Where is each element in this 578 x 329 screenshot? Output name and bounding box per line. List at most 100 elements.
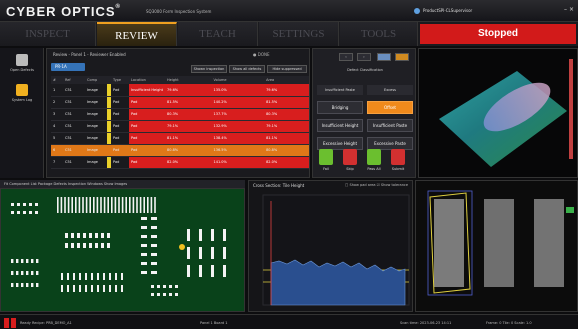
pad (65, 243, 68, 248)
cell-ref: C51 (63, 84, 85, 97)
pad (73, 285, 75, 292)
pad (107, 243, 110, 248)
pad (11, 271, 14, 275)
pcb-toolbar[interactable]: Fit Component List Package Defects Inspe… (0, 180, 245, 188)
log-icon (16, 84, 28, 96)
cell-area: 81.5% (264, 96, 309, 109)
pad (211, 265, 214, 277)
col-header[interactable]: Location (129, 76, 165, 84)
table-row[interactable]: 1 C51 Image Pad Insufficient Height 79.6% 135.… (51, 84, 309, 97)
deposit-images-view[interactable] (415, 180, 578, 312)
cell-area: 80.3% (264, 108, 309, 121)
prev-button[interactable]: ‹ (339, 53, 353, 61)
col-header[interactable]: Height (165, 76, 212, 84)
connector-pin (125, 197, 127, 213)
pad (97, 285, 99, 292)
status-right-b: Frame: 0 Tile: 0 Scale: 1.0 (486, 321, 532, 325)
classification-panel: ‹ › Defect Classification Insufficient P… (312, 48, 416, 178)
skip-button[interactable]: Skip (341, 149, 359, 171)
col-header[interactable]: Ref (63, 76, 85, 84)
next-button[interactable]: › (357, 53, 371, 61)
pad (83, 233, 86, 238)
height-scale-bar (569, 59, 573, 159)
close-icon[interactable]: × (569, 6, 574, 13)
fail-label: Fail (323, 167, 329, 171)
table-row[interactable]: 4 C51 Image Pad Pad 79.1% 132.9% 79.1% (51, 120, 309, 133)
save-icon[interactable] (377, 53, 391, 61)
tab-inspect[interactable]: INSPECT (0, 22, 96, 46)
pad (89, 233, 92, 238)
pad (141, 244, 147, 247)
cell-volume: 132.9% (211, 120, 265, 133)
defect-location-marker[interactable] (179, 244, 185, 250)
fail-button[interactable]: Fail (317, 149, 335, 171)
submit-button[interactable]: Submit (389, 149, 407, 171)
col-header[interactable]: Type (111, 76, 129, 84)
pad (73, 273, 75, 280)
cell-num: 5 (51, 132, 63, 145)
table-row[interactable]: 7 C51 Image Pad Pad 82.0% 141.0% 82.0% (51, 156, 309, 169)
pad (175, 293, 178, 296)
tab-settings[interactable]: SETTINGS (259, 22, 339, 46)
cell-type: Pad (111, 84, 129, 97)
class-insufficient-paste-button[interactable]: Insufficient Paste (367, 119, 413, 132)
table-row[interactable]: 3 C51 Image Pad Pad 80.3% 137.7% 80.3% (51, 108, 309, 121)
class-offset-button[interactable]: Offset (367, 101, 413, 114)
table-row[interactable]: 6 C51 Image Pad Pad 80.8% 136.5% 80.8% (51, 144, 309, 157)
3d-height-view[interactable] (418, 48, 578, 178)
cell-num: 4 (51, 120, 63, 133)
cell-comp: Image (85, 108, 107, 121)
table-row[interactable]: 5 C51 Image Pad Pad 81.1% 138.4% 81.1% (51, 132, 309, 145)
camera-icon[interactable] (566, 207, 574, 213)
user-menu[interactable]: ProductSPI-CLSupervisor (414, 8, 472, 14)
filter-show-all-defects[interactable]: Show all defects (229, 65, 265, 73)
pad (151, 226, 157, 229)
pad (89, 243, 92, 248)
col-header[interactable]: Volume (211, 76, 265, 84)
done-label: DONE (257, 52, 270, 57)
sidebar-item-open-defects[interactable]: Open Defects (4, 54, 40, 72)
class-bridging-button[interactable]: Bridging (317, 101, 363, 114)
class-insufficient-height-button[interactable]: Insufficient Height (317, 119, 363, 132)
connector-pin (78, 197, 81, 213)
cell-num: 2 (51, 96, 63, 109)
sidebar-item-label: Open Defects (10, 68, 34, 72)
pad (35, 211, 38, 214)
pcb-board-view[interactable] (0, 188, 245, 312)
tab-pr-1a[interactable]: PR-1A (51, 63, 85, 71)
cell-ref: C51 (63, 132, 85, 145)
cell-ref: C51 (63, 108, 85, 121)
pad (163, 293, 166, 296)
pass-all-button[interactable]: Pass All (365, 149, 383, 171)
app-name: SQ3000 Form Inspection System (146, 9, 212, 14)
pad (36, 259, 39, 263)
cell-type: Pad (111, 108, 129, 121)
pad (91, 285, 93, 292)
cell-comp: Image (85, 144, 107, 157)
pad (26, 271, 29, 275)
filter-shown-inspection[interactable]: Shown inspection (191, 65, 227, 73)
pad (79, 285, 81, 292)
connector-pin (57, 197, 59, 213)
filter-hide-suppressed[interactable]: Hide suppressed (267, 65, 307, 73)
col-header[interactable]: Comp (85, 76, 107, 84)
submit-label: Submit (391, 167, 405, 171)
sidebar-item-system-log[interactable]: System Log (4, 84, 40, 102)
connector-pin (118, 197, 120, 213)
pad (97, 273, 99, 280)
tab-review[interactable]: REVIEW (97, 22, 177, 46)
table-row[interactable]: 2 C51 Image Pad Pad 81.5% 140.2% 81.5% (51, 96, 309, 109)
pad (65, 233, 68, 238)
done-button[interactable]: ● DONE (253, 52, 270, 57)
print-icon[interactable] (395, 53, 409, 61)
pass-all-icon (367, 149, 381, 165)
submit-icon (391, 149, 405, 165)
col-header[interactable]: # (51, 76, 63, 84)
pad (79, 273, 81, 280)
minimize-icon[interactable]: – (564, 6, 567, 13)
connector-pin (89, 197, 91, 213)
tab-teach[interactable]: TEACH (178, 22, 258, 46)
classification-title: Defect Classification (347, 68, 383, 72)
col-header[interactable]: Area (264, 76, 309, 84)
tab-tools[interactable]: TOOLS (340, 22, 418, 46)
